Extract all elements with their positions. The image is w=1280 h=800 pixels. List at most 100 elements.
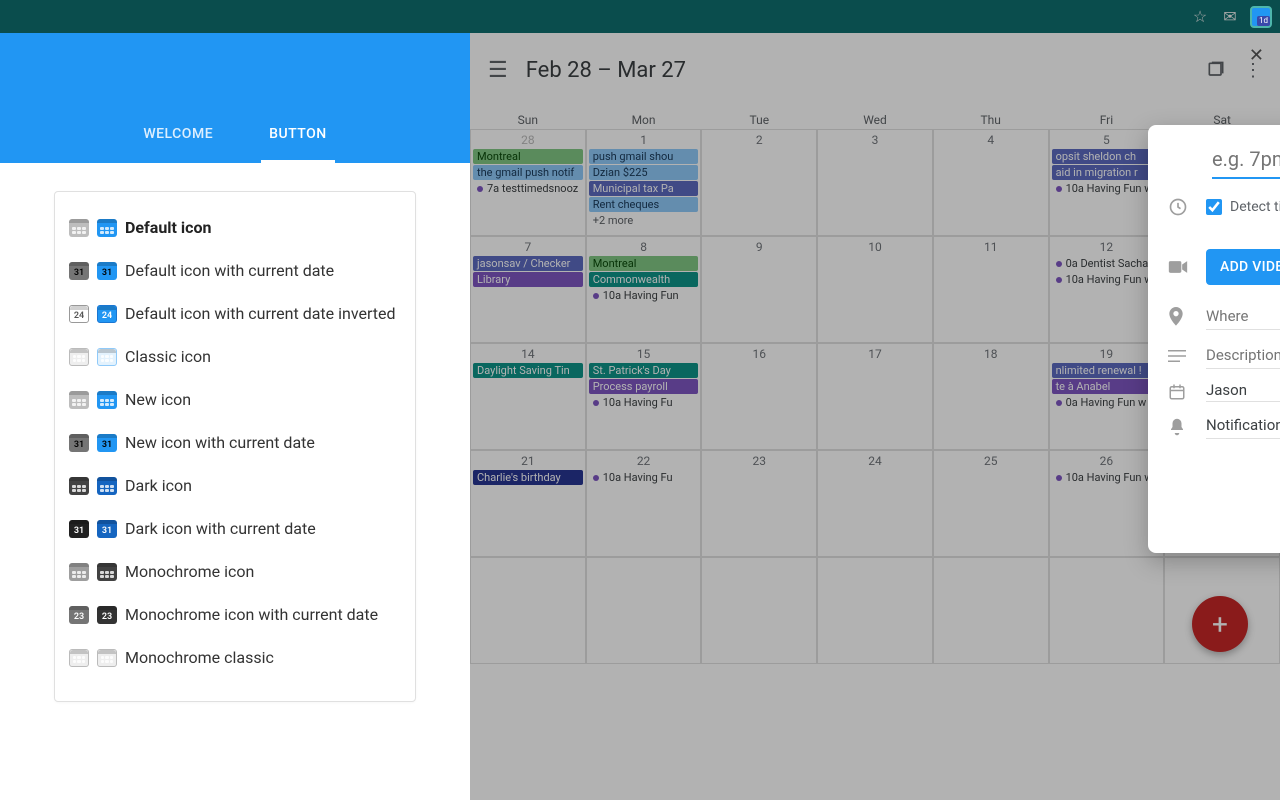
where-input[interactable]	[1206, 303, 1280, 330]
tab-welcome[interactable]: WELCOME	[135, 114, 221, 163]
icon-option[interactable]: 2424Default icon with current date inver…	[55, 292, 415, 335]
calendar-event[interactable]: 7a testtimedsnooz	[473, 181, 583, 196]
calendar-cell[interactable]: 7jasonsav / CheckerLibrary	[470, 236, 586, 343]
calendar-event[interactable]: jasonsav / Checker	[473, 256, 583, 271]
calendar-event[interactable]: 10a Having Fun w	[1052, 470, 1162, 485]
calendar-event[interactable]: push gmail shou	[589, 149, 699, 164]
calendar-cell[interactable]: 10	[817, 236, 933, 343]
calendar-event[interactable]: nlimited renewal !	[1052, 363, 1162, 378]
calendar-event[interactable]: the gmail push notif	[473, 165, 583, 180]
calendar-cell[interactable]: 8MontrealCommonwealth10a Having Fun	[586, 236, 702, 343]
calendar-event[interactable]: 0a Dentist Sacha	[1052, 256, 1162, 271]
icon-option[interactable]: Classic icon	[55, 335, 415, 378]
quick-add-modal: ✕ Detect time Doesn't repeat ▾ ADD VIDEO…	[1148, 125, 1280, 553]
calendar-cell[interactable]: 28Montrealthe gmail push notif7a testtim…	[470, 129, 586, 236]
calendar-event[interactable]: aid in migration r	[1052, 165, 1162, 180]
calendar-event[interactable]: opsit sheldon ch	[1052, 149, 1162, 164]
option-label: New icon	[125, 390, 191, 409]
calendar-cell[interactable]: 1push gmail shouDzian $225Municipal tax …	[586, 129, 702, 236]
calendar-mini-icon	[69, 219, 89, 237]
calendar-cell[interactable]	[817, 557, 933, 664]
calendar-cell[interactable]: 2	[701, 129, 817, 236]
calendar-event[interactable]: 10a Having Fun w	[1052, 181, 1162, 196]
fab-add-button[interactable]: +	[1192, 596, 1248, 652]
more-events-link[interactable]: +2 more	[589, 213, 699, 228]
calendar-mini-icon	[69, 649, 89, 667]
close-icon[interactable]: ✕	[1249, 45, 1264, 66]
calendar-event[interactable]: Montreal	[473, 149, 583, 164]
calendar-event[interactable]: Library	[473, 272, 583, 287]
extension-icon[interactable]: 1d	[1250, 6, 1272, 28]
calendar-cell[interactable]: 2210a Having Fu	[586, 450, 702, 557]
icon-option[interactable]: 2323Monochrome icon with current date	[55, 593, 415, 636]
icon-option[interactable]: 3131New icon with current date	[55, 421, 415, 464]
calendar-cell[interactable]: 16	[701, 343, 817, 450]
browser-titlebar: ☆ ✉ 1d	[0, 0, 1280, 33]
star-icon[interactable]: ☆	[1190, 7, 1210, 27]
icon-option[interactable]: Monochrome classic	[55, 636, 415, 679]
calendar-cell[interactable]: 18	[933, 343, 1049, 450]
calendar-cell[interactable]: 24	[817, 450, 933, 557]
calendar-mini-icon: 31	[69, 520, 89, 538]
calendar-event[interactable]: Municipal tax Pa	[589, 181, 699, 196]
option-label: Monochrome icon	[125, 562, 254, 581]
calendar-event[interactable]: Montreal	[589, 256, 699, 271]
calendar-icon	[1168, 383, 1192, 401]
calendar-cell[interactable]: 17	[817, 343, 933, 450]
calendar-event[interactable]: 10a Having Fun	[589, 288, 699, 303]
calendar-cell[interactable]: 21Charlie's birthday	[470, 450, 586, 557]
calendar-cell[interactable]: 25	[933, 450, 1049, 557]
calendar-cell[interactable]: 23	[701, 450, 817, 557]
description-input[interactable]	[1206, 342, 1280, 369]
calendar-cell[interactable]: 19nlimited renewal !te à Anabel0a Having…	[1049, 343, 1165, 450]
calendar-cell[interactable]	[933, 557, 1049, 664]
event-title-input[interactable]	[1212, 143, 1280, 179]
icon-option[interactable]: 3131Dark icon with current date	[55, 507, 415, 550]
calendar-event[interactable]: Process payroll	[589, 379, 699, 394]
add-video-button[interactable]: ADD VIDEO CONFERENCING	[1206, 249, 1280, 285]
calendar-cell[interactable]: 15St. Patrick's DayProcess payroll10a Ha…	[586, 343, 702, 450]
calendar-event[interactable]: Dzian $225	[589, 165, 699, 180]
icon-option[interactable]: 3131Default icon with current date	[55, 249, 415, 292]
calendar-cell[interactable]: 11	[933, 236, 1049, 343]
calendar-mini-icon	[69, 391, 89, 409]
calendar-cell[interactable]	[586, 557, 702, 664]
calendar-event[interactable]: 10a Having Fu	[589, 470, 699, 485]
tab-button[interactable]: BUTTON	[261, 114, 335, 163]
icon-option[interactable]: Dark icon	[55, 464, 415, 507]
notification-type-select[interactable]: Notification ▾	[1206, 414, 1280, 439]
description-icon	[1168, 349, 1192, 363]
icon-option[interactable]: New icon	[55, 378, 415, 421]
open-in-new-icon[interactable]	[1206, 60, 1226, 81]
calendar-event[interactable]: 0a Having Fun w	[1052, 395, 1162, 410]
calendar-cell[interactable]: 9	[701, 236, 817, 343]
calendar-event[interactable]: Commonwealth	[589, 272, 699, 287]
calendar-event[interactable]: 10a Having Fun w	[1052, 272, 1162, 287]
mail-icon[interactable]: ✉	[1220, 7, 1240, 27]
calendar-cell[interactable]: 120a Dentist Sacha10a Having Fun w	[1049, 236, 1165, 343]
icon-option[interactable]: Monochrome icon	[55, 550, 415, 593]
calendar-event[interactable]: Charlie's birthday	[473, 470, 583, 485]
detect-time-checkbox[interactable]: Detect time	[1206, 199, 1280, 215]
calendar-event[interactable]: 10a Having Fu	[589, 395, 699, 410]
calendar-mini-icon	[69, 477, 89, 495]
day-header: Mon	[586, 113, 702, 127]
day-header: Sun	[470, 113, 586, 127]
calendar-mini-icon	[69, 563, 89, 581]
calendar-select[interactable]: Jason ▾	[1206, 381, 1280, 402]
calendar-cell[interactable]: 14Daylight Saving Tin	[470, 343, 586, 450]
icon-option[interactable]: Default icon	[55, 206, 415, 249]
calendar-cell[interactable]	[470, 557, 586, 664]
calendar-event[interactable]: te à Anabel	[1052, 379, 1162, 394]
calendar-cell[interactable]: 4	[933, 129, 1049, 236]
calendar-cell[interactable]: 3	[817, 129, 933, 236]
menu-icon[interactable]: ☰	[488, 58, 508, 83]
calendar-cell[interactable]	[701, 557, 817, 664]
calendar-cell[interactable]: 2610a Having Fun w	[1049, 450, 1165, 557]
calendar-mini-icon	[97, 391, 117, 409]
calendar-cell[interactable]	[1049, 557, 1165, 664]
calendar-cell[interactable]: 5opsit sheldon chaid in migration r10a H…	[1049, 129, 1165, 236]
calendar-event[interactable]: Daylight Saving Tin	[473, 363, 583, 378]
calendar-event[interactable]: Rent cheques	[589, 197, 699, 212]
calendar-event[interactable]: St. Patrick's Day	[589, 363, 699, 378]
